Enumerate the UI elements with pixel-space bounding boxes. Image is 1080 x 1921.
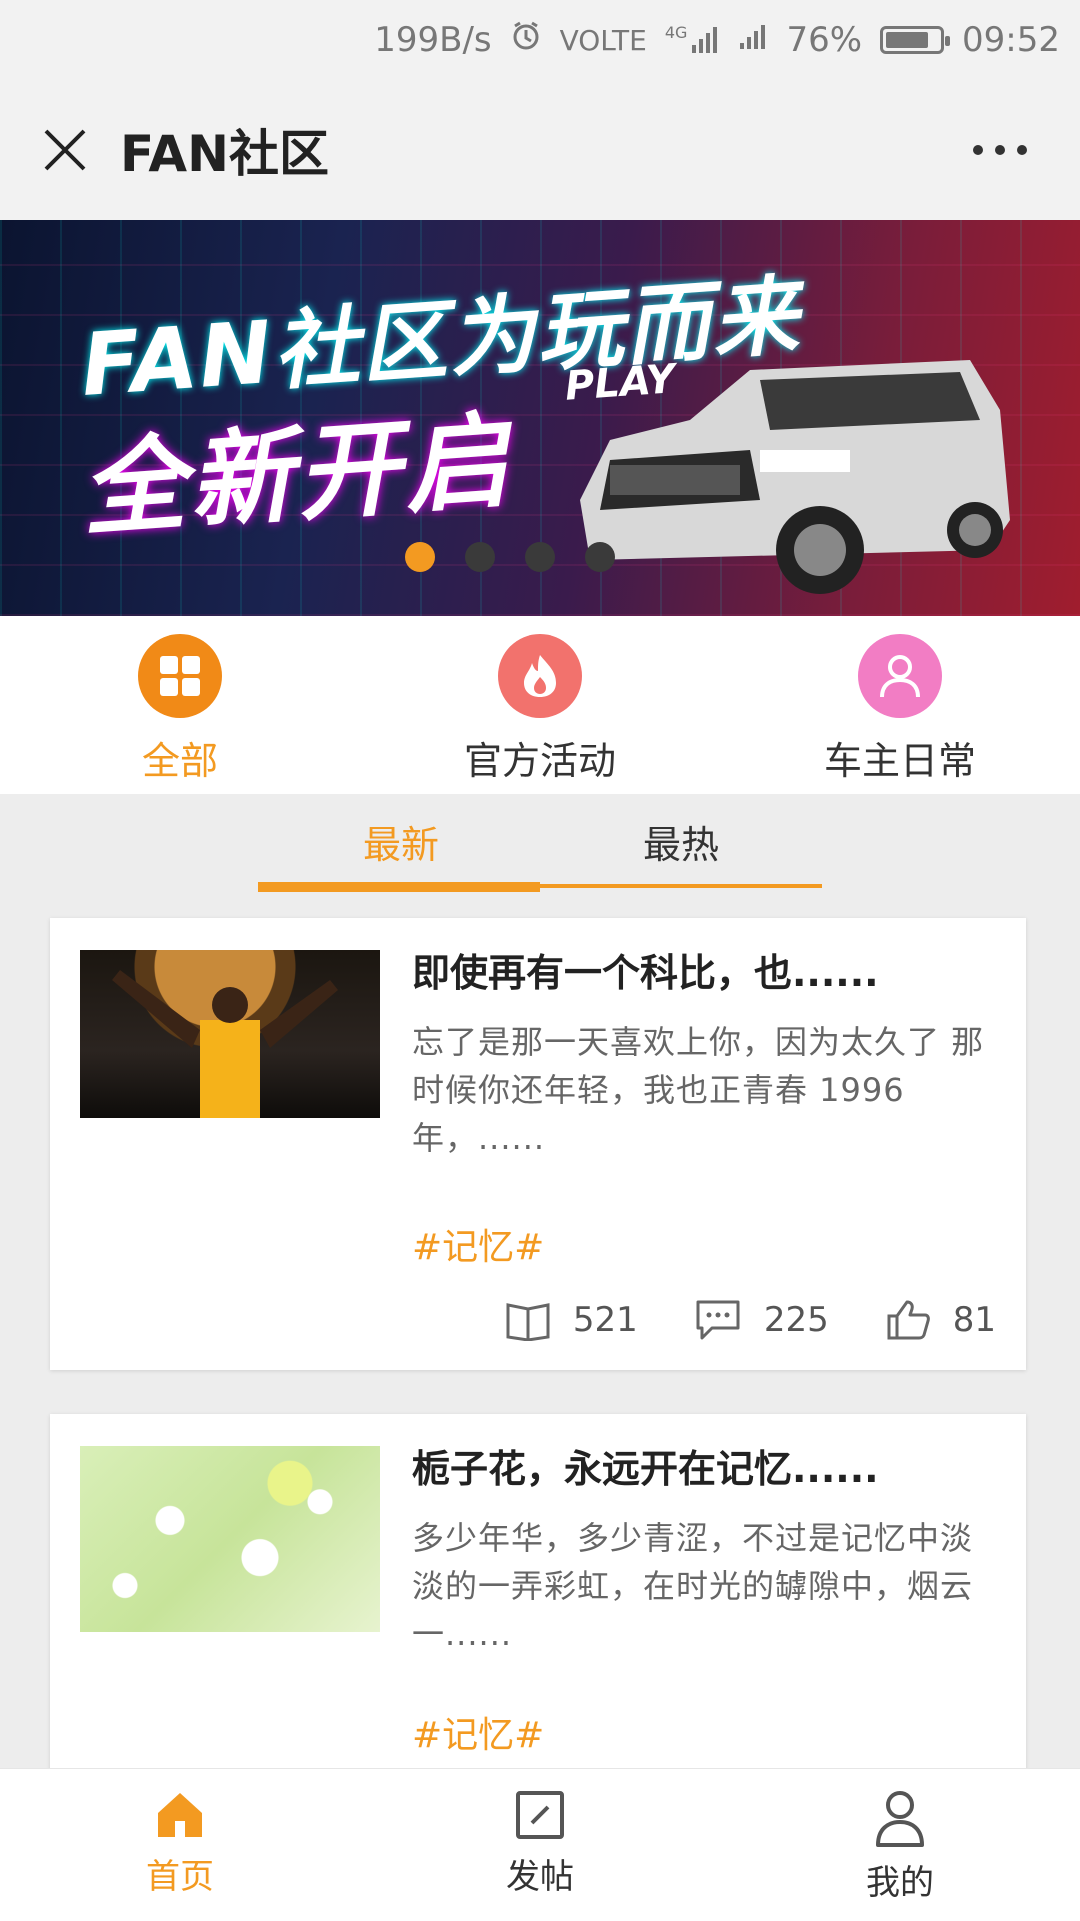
view-count: 521 bbox=[505, 1299, 638, 1341]
post-title: 即使再有一个科比，也...... bbox=[412, 951, 879, 995]
post-summary: 忘了是那一天喜欢上你，因为太久了 那时候你还年轻，我也正青春 1996年，...… bbox=[412, 1023, 985, 1157]
category-all[interactable]: 全部 bbox=[0, 616, 360, 794]
signal-icon-2 bbox=[738, 20, 768, 60]
tab-active-indicator bbox=[258, 882, 540, 892]
nav-label: 发帖 bbox=[506, 1857, 574, 1897]
bottom-nav: 首页 发帖 我的 bbox=[0, 1768, 1080, 1921]
status-bar: 199B/s VOLTE 4G 76% 09:52 bbox=[0, 0, 1080, 80]
category-official[interactable]: 官方活动 bbox=[360, 616, 720, 794]
edit-icon bbox=[516, 1791, 564, 1839]
category-owners[interactable]: 车主日常 bbox=[720, 616, 1080, 794]
post-tag[interactable]: #记忆# bbox=[412, 1218, 544, 1270]
nav-bar: FAN社区 bbox=[0, 80, 1080, 220]
home-icon bbox=[158, 1793, 202, 1837]
banner-carousel[interactable]: FAN社区为玩而来 全新开启 PLAY bbox=[0, 220, 1080, 616]
person-icon bbox=[858, 634, 942, 718]
category-label: 官方活动 bbox=[463, 739, 616, 783]
grid-icon bbox=[138, 634, 222, 718]
nav-post[interactable]: 发帖 bbox=[360, 1769, 720, 1921]
category-bar: 全部 官方活动 车主日常 bbox=[0, 616, 1080, 794]
thumbs-up-icon bbox=[887, 1300, 930, 1340]
post-title: 栀子花，永远开在记忆...... bbox=[412, 1447, 879, 1491]
book-icon bbox=[506, 1303, 550, 1341]
clock: 09:52 bbox=[962, 20, 1060, 60]
tab-hottest[interactable]: 最热 bbox=[643, 814, 719, 869]
close-button[interactable] bbox=[20, 105, 110, 195]
fire-icon bbox=[498, 634, 582, 718]
network-type: VOLTE bbox=[559, 23, 647, 57]
nav-mine[interactable]: 我的 bbox=[720, 1769, 1080, 1921]
post-tag[interactable]: #记忆# bbox=[412, 1706, 544, 1758]
signal-label: 4G bbox=[664, 23, 688, 42]
nav-label: 首页 bbox=[146, 1857, 214, 1897]
tab-latest[interactable]: 最新 bbox=[363, 814, 439, 869]
comment-count-value: 225 bbox=[763, 1300, 829, 1340]
post-thumbnail bbox=[80, 1446, 380, 1632]
battery-icon bbox=[880, 26, 951, 54]
nav-label: 我的 bbox=[866, 1863, 934, 1903]
sort-tabs: 最新 最热 bbox=[0, 794, 1080, 900]
post-stats: 521 225 81 bbox=[449, 1298, 996, 1342]
post-thumbnail bbox=[80, 950, 380, 1118]
close-icon bbox=[44, 129, 86, 171]
comment-count[interactable]: 225 bbox=[694, 1298, 829, 1342]
like-count-value: 81 bbox=[952, 1300, 996, 1340]
carousel-dots bbox=[0, 542, 1080, 572]
battery-percent: 76% bbox=[786, 20, 863, 60]
carousel-dot[interactable] bbox=[525, 542, 555, 572]
post-summary: 多少年华，多少青涩，不过是记忆中淡淡的一弄彩虹，在时光的罅隙中，烟云一.....… bbox=[412, 1519, 974, 1653]
more-button[interactable] bbox=[960, 110, 1040, 190]
more-icon bbox=[973, 145, 1027, 155]
page-title: FAN社区 bbox=[120, 125, 329, 183]
carousel-dot[interactable] bbox=[405, 542, 435, 572]
nav-home[interactable]: 首页 bbox=[0, 1769, 360, 1921]
user-icon bbox=[876, 1791, 924, 1847]
comment-icon bbox=[696, 1300, 740, 1340]
view-count-value: 521 bbox=[572, 1300, 638, 1340]
carousel-dot[interactable] bbox=[465, 542, 495, 572]
category-label: 全部 bbox=[141, 739, 218, 783]
carousel-dot[interactable] bbox=[585, 542, 615, 572]
banner-subheadline: 全新开启 bbox=[76, 399, 517, 551]
alarm-icon bbox=[510, 20, 542, 61]
signal-icon: 4G bbox=[665, 25, 721, 55]
post-card[interactable]: 即使再有一个科比，也...... 忘了是那一天喜欢上你，因为太久了 那时候你还年… bbox=[50, 918, 1026, 1370]
category-label: 车主日常 bbox=[823, 739, 976, 783]
network-speed: 199B/s bbox=[374, 20, 492, 60]
like-count[interactable]: 81 bbox=[885, 1298, 996, 1342]
